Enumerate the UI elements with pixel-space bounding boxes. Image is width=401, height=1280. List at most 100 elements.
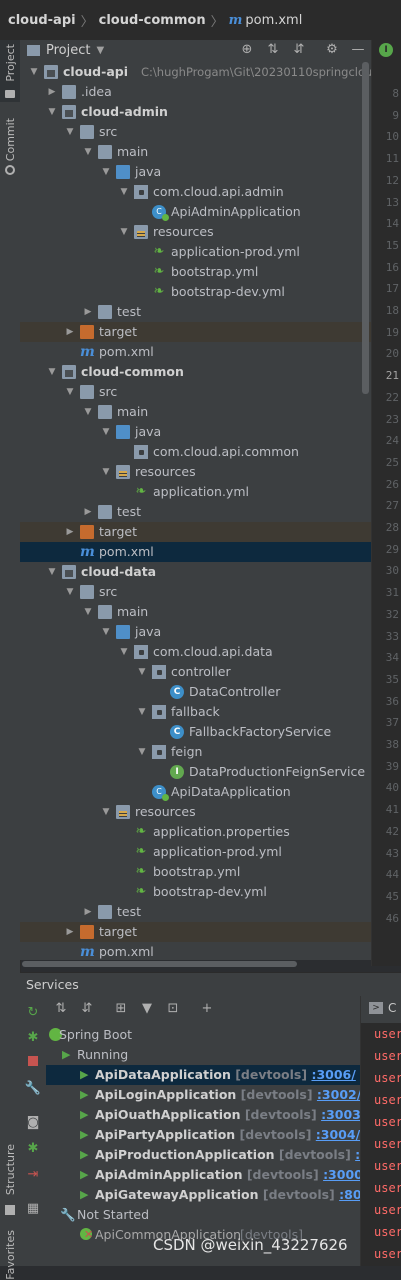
service-running-app[interactable]: ▶ ApiPartyApplication [devtools] :3004/ [46, 1125, 360, 1145]
tree-row[interactable]: m pom.xml [20, 542, 371, 562]
tree-row[interactable]: m pom.xml [20, 942, 371, 960]
service-running-app[interactable]: ▶ ApiProductionApplication [devtools] :30… [46, 1145, 360, 1165]
tree-row[interactable]: C FallbackFactoryService [20, 722, 371, 742]
camera-icon[interactable]: ◙ [24, 1114, 42, 1132]
add-icon[interactable]: + [198, 1000, 216, 1018]
console-tab[interactable]: > C [361, 996, 401, 1023]
tree-row[interactable]: ❧ application-prod.yml [20, 242, 371, 262]
editor-tab-icon[interactable]: I [379, 43, 393, 57]
app-port-link[interactable]: :3004/ [316, 1127, 360, 1142]
chevron-down-icon[interactable]: ▼ [64, 382, 76, 402]
tree-row[interactable]: ▼ src [20, 382, 371, 402]
chevron-right-icon[interactable]: ▶ [82, 302, 94, 322]
chevron-down-icon[interactable]: ▼ [46, 562, 58, 582]
tree-row[interactable]: ▼ com.cloud.api.admin [20, 182, 371, 202]
service-running-app[interactable]: ▶ ApiDataApplication [devtools] :3006/ [46, 1065, 360, 1085]
running-group[interactable]: ▶ Running [46, 1045, 360, 1065]
tree-row[interactable]: m pom.xml [20, 342, 371, 362]
tree-row[interactable]: ▶ target [20, 922, 371, 942]
services-tree[interactable]: Spring Boot ▶ Running 🔧 Not Started ✕ Ap… [46, 1023, 360, 1266]
chevron-right-icon[interactable]: ▶ [64, 322, 76, 342]
spring-boot-group[interactable]: Spring Boot [46, 1025, 360, 1045]
chevron-right-icon[interactable]: ▶ [82, 902, 94, 922]
tree-row[interactable]: ▼ resources [20, 462, 371, 482]
tree-row[interactable]: ▶ target [20, 322, 371, 342]
tree-row[interactable]: C DataController [20, 682, 371, 702]
chevron-down-icon[interactable]: ▼ [64, 122, 76, 142]
chevron-down-icon[interactable]: ▼ [136, 742, 148, 762]
app-port-link[interactable]: :8080/ [339, 1187, 360, 1202]
breadcrumb-item-file[interactable]: pom.xml [245, 13, 302, 28]
breadcrumb-item-module[interactable]: cloud-common [99, 13, 206, 28]
chevron-down-icon[interactable]: ▼ [100, 622, 112, 642]
service-running-app[interactable]: ▶ ApiGatewayApplication [devtools] :8080/ [46, 1185, 360, 1205]
tree-row[interactable]: ▼ feign [20, 742, 371, 762]
tree-row[interactable]: ▼ fallback [20, 702, 371, 722]
tree-row[interactable]: ▼ java [20, 622, 371, 642]
tree-row[interactable]: ❧ application.properties [20, 822, 371, 842]
wrench-icon[interactable]: 🔧 [24, 1080, 42, 1098]
tree-row[interactable]: ❧ bootstrap-dev.yml [20, 282, 371, 302]
project-tool-label[interactable]: Project [4, 44, 17, 82]
expand-all-icon[interactable]: ⇅ [52, 1000, 70, 1018]
tree-row[interactable]: ▼ src [20, 122, 371, 142]
tree-row[interactable]: ❧ bootstrap-dev.yml [20, 882, 371, 902]
tree-row[interactable]: ▼ cloud-data [20, 562, 371, 582]
tree-row[interactable]: ❧ application-prod.yml [20, 842, 371, 862]
tree-row[interactable]: ▼ java [20, 422, 371, 442]
group-icon[interactable]: ⊞ [112, 1000, 130, 1018]
tree-row[interactable]: ▼ cloud-admin [20, 102, 371, 122]
hide-icon[interactable]: — [350, 42, 366, 58]
app-port-link[interactable]: :3002/ [317, 1087, 360, 1102]
tree-row[interactable]: ▶ test [20, 902, 371, 922]
tree-row[interactable]: com.cloud.api.common [20, 442, 371, 462]
tree-row[interactable]: ▼ resources [20, 222, 371, 242]
chevron-down-icon[interactable]: ▼ [28, 62, 40, 82]
chevron-down-icon[interactable]: ▼ [100, 422, 112, 442]
layout-icon[interactable]: ▦ [24, 1200, 42, 1218]
service-running-app[interactable]: ▶ ApiAdminApplication [devtools] :3000/ [46, 1165, 360, 1185]
tree-row[interactable]: ▶ test [20, 502, 371, 522]
chevron-down-icon[interactable]: ▼ [136, 702, 148, 722]
chevron-down-icon[interactable]: ▼ [64, 582, 76, 602]
tree-row[interactable]: ▼ cloud-common [20, 362, 371, 382]
exit-icon[interactable]: ⇥ [24, 1166, 42, 1184]
expand-all-icon[interactable]: ⇅ [265, 42, 281, 58]
refresh-icon[interactable]: ↻ [24, 1004, 42, 1022]
chevron-right-icon[interactable]: ▶ [64, 922, 76, 942]
filter-icon[interactable]: ▼ [138, 1000, 156, 1018]
breadcrumb-item-root[interactable]: cloud-api [8, 13, 76, 28]
tree-row[interactable]: ▼ resources [20, 802, 371, 822]
tree-row[interactable]: ▼ src [20, 582, 371, 602]
chevron-down-icon[interactable]: ▼ [100, 802, 112, 822]
bug-icon[interactable]: ✱ [24, 1140, 42, 1158]
structure-tool-label[interactable]: Structure [4, 1144, 17, 1195]
service-running-app[interactable]: ▶ ApiLoginApplication [devtools] :3002/ [46, 1085, 360, 1105]
tree-row[interactable]: ▶ target [20, 522, 371, 542]
tree-row[interactable]: ▼ controller [20, 662, 371, 682]
chevron-down-icon[interactable]: ▼ [118, 222, 130, 242]
commit-tool-label[interactable]: Commit [4, 118, 17, 161]
services-title[interactable]: Services [26, 977, 79, 992]
tree-horizontal-scrollbar[interactable] [22, 961, 297, 967]
collapse-all-icon[interactable]: ⇵ [78, 1000, 96, 1018]
chevron-down-icon[interactable]: ▼ [118, 642, 130, 662]
tree-row[interactable]: ❧ bootstrap.yml [20, 262, 371, 282]
app-port-link[interactable]: :3003/ [321, 1107, 360, 1122]
collapse-all-icon[interactable]: ⇵ [291, 42, 307, 58]
service-running-app[interactable]: ▶ ApiOuathApplication [devtools] :3003/ [46, 1105, 360, 1125]
tree-row[interactable]: ▼ com.cloud.api.data [20, 642, 371, 662]
tree-row[interactable]: C ApiAdminApplication [20, 202, 371, 222]
chevron-right-icon[interactable]: ▶ [64, 522, 76, 542]
tree-row[interactable]: ▼ cloud-api C:\hughProgam\Git\20230110spri… [20, 62, 371, 82]
tree-row[interactable]: ▼ main [20, 602, 371, 622]
chevron-down-icon[interactable]: ▼ [82, 402, 94, 422]
tree-row[interactable]: C ApiDataApplication [20, 782, 371, 802]
project-view-selector[interactable]: Project [46, 43, 90, 58]
chevron-down-icon[interactable]: ▼ [100, 462, 112, 482]
tree-row[interactable]: I DataProductionFeignService [20, 762, 371, 782]
tree-row[interactable]: ▶ test [20, 302, 371, 322]
project-tree[interactable]: ▼ cloud-api C:\hughProgam\Git\20230110spri… [20, 60, 371, 960]
chevron-right-icon[interactable]: ▶ [82, 502, 94, 522]
chevron-right-icon[interactable]: ▶ [46, 82, 58, 102]
